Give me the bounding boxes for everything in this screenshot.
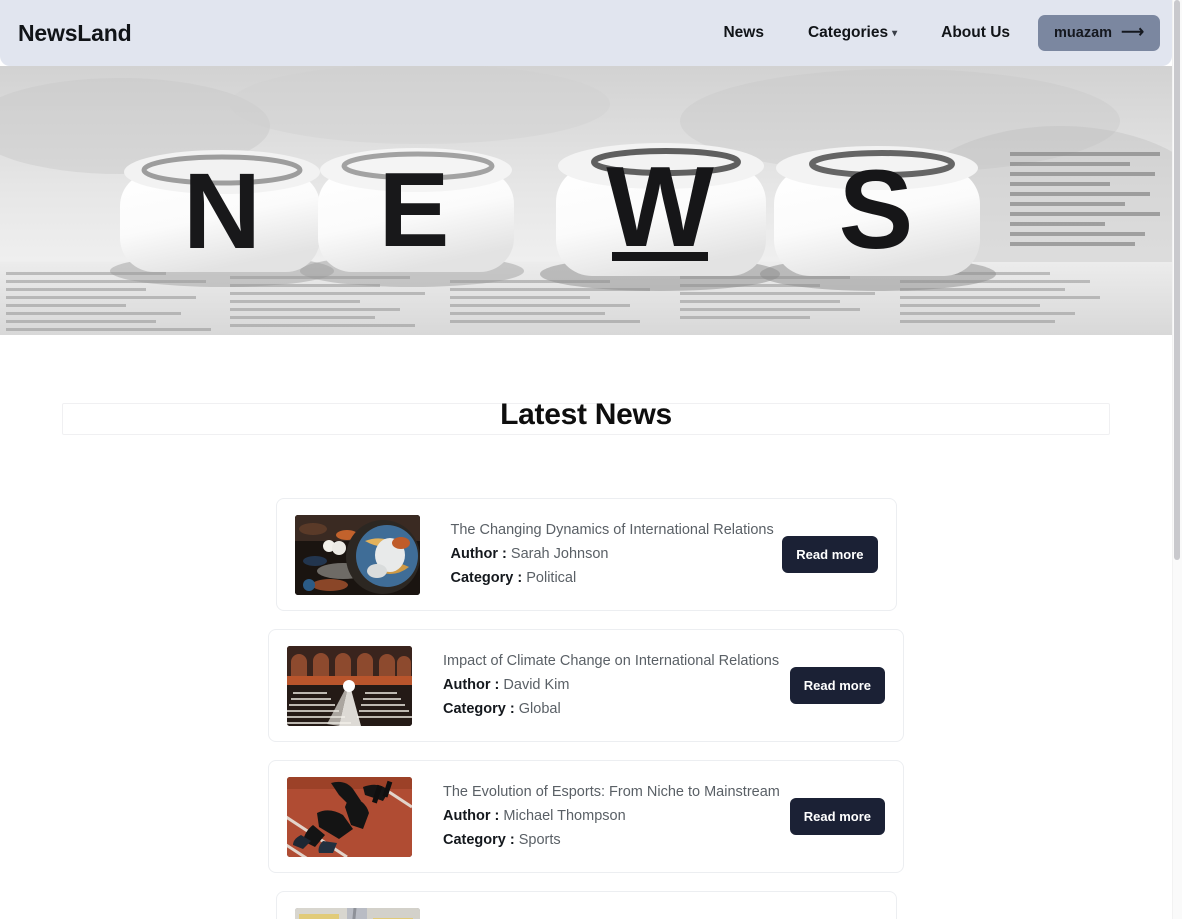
read-more-button[interactable]: Read more xyxy=(789,667,885,704)
read-more-button[interactable]: Read more xyxy=(782,536,878,573)
news-author: Author : Sarah Johnson xyxy=(451,544,783,565)
news-card-body: The Changing Dynamics of International R… xyxy=(420,520,783,589)
globe-earth-night-icon xyxy=(294,514,420,595)
hero-cube-n: N xyxy=(120,150,320,272)
nav-item-news[interactable]: News xyxy=(701,16,786,50)
news-card[interactable]: The Changing Dynamics of International R… xyxy=(275,498,897,611)
news-title[interactable]: Impact of Climate Change on Internationa… xyxy=(443,651,790,672)
brand-logo[interactable]: NewsLand xyxy=(18,20,132,47)
main-navigation: News Categories ▾ About Us muazam ⟶ xyxy=(701,15,1160,51)
news-category: Category : Political xyxy=(451,568,783,589)
nav-item-about-us-label: About Us xyxy=(941,24,1011,41)
runner-starting-blocks-track-icon xyxy=(287,776,412,857)
hero-illustration: N E W S xyxy=(0,66,1172,335)
category-value: Sports xyxy=(518,832,561,848)
category-value: Political xyxy=(526,570,577,586)
nav-item-about-us[interactable]: About Us xyxy=(919,16,1032,50)
news-thumbnail xyxy=(287,776,412,857)
author-value: Sarah Johnson xyxy=(510,545,609,562)
news-category: Category : Sports xyxy=(443,830,790,851)
hero-banner-image: N E W S xyxy=(0,66,1172,335)
author-label: Author : xyxy=(450,545,507,562)
news-author: Author : David Kim xyxy=(443,675,790,696)
site-header: NewsLand News Categories ▾ About Us muaza… xyxy=(0,0,1172,66)
hero-cube-s: S xyxy=(774,146,980,276)
svg-text:W: W xyxy=(606,144,714,271)
svg-text:N: N xyxy=(183,150,261,271)
chevron-down-icon: ▾ xyxy=(892,28,898,39)
scrollbar-thumb[interactable] xyxy=(1174,0,1180,560)
news-title[interactable]: The Changing Dynamics of International R… xyxy=(451,520,783,541)
svg-text:E: E xyxy=(379,151,450,269)
page-root: NewsLand News Categories ▾ About Us muaza… xyxy=(0,0,1182,919)
category-label: Category : xyxy=(443,832,515,848)
news-card-body: Impact of Climate Change on Internationa… xyxy=(412,651,790,720)
read-more-button[interactable]: Read more xyxy=(789,798,885,835)
page-title: Latest News xyxy=(500,398,672,431)
news-card-body: The Evolution of Esports: From Niche to … xyxy=(412,782,790,851)
news-thumbnail xyxy=(294,907,420,919)
nav-item-categories-label: Categories xyxy=(807,24,889,41)
nav-item-news-label: News xyxy=(723,24,764,41)
author-value: David Kim xyxy=(503,676,570,693)
author-label: Author : xyxy=(443,807,500,824)
news-card[interactable]: Impact of Climate Change on Internationa… xyxy=(268,629,904,742)
category-label: Category : xyxy=(450,570,523,586)
arrow-right-icon: ⟶ xyxy=(1121,24,1144,41)
news-title[interactable]: The Evolution of Esports: From Niche to … xyxy=(443,782,790,803)
light-desk-partial-icon xyxy=(294,907,420,919)
category-value: Global xyxy=(518,701,561,717)
author-label: Author : xyxy=(443,676,500,693)
news-author: Author : Michael Thompson xyxy=(443,806,790,827)
user-account-button[interactable]: muazam ⟶ xyxy=(1038,15,1160,51)
news-category: Category : Global xyxy=(443,699,790,720)
svg-text:S: S xyxy=(839,147,914,272)
parliament-assembly-hall-icon xyxy=(287,645,412,726)
news-card[interactable]: Author : Category : Read more xyxy=(275,891,897,919)
page-scrollbar[interactable] xyxy=(1172,0,1182,919)
news-list: The Changing Dynamics of International R… xyxy=(0,498,1172,919)
news-card[interactable]: The Evolution of Esports: From Niche to … xyxy=(268,760,904,873)
news-thumbnail xyxy=(294,514,420,595)
user-account-label: muazam xyxy=(1054,25,1113,41)
hero-cube-e: E xyxy=(318,148,514,272)
news-thumbnail xyxy=(287,645,412,726)
hero-cube-w: W xyxy=(556,143,766,276)
nav-item-categories[interactable]: Categories ▾ xyxy=(786,16,919,50)
category-label: Category : xyxy=(443,701,515,717)
author-value: Michael Thompson xyxy=(503,807,626,824)
